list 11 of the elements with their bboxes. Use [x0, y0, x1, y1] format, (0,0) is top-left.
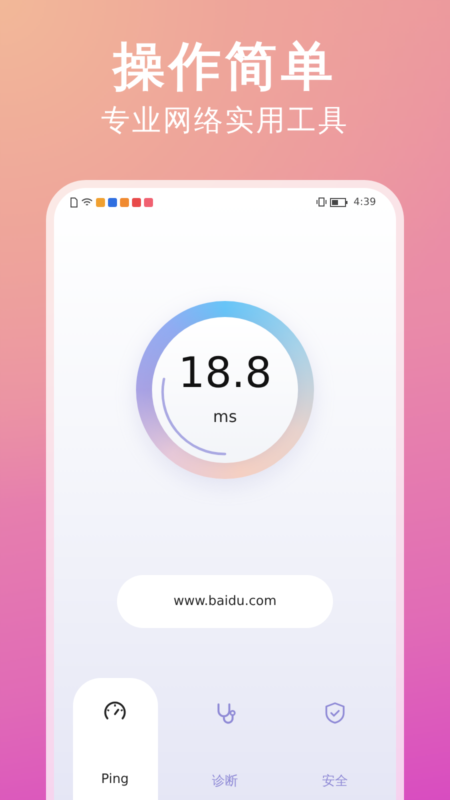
wifi-icon	[81, 197, 93, 207]
subtitle: 专业网络实用工具	[101, 102, 349, 139]
ping-unit: ms	[213, 406, 237, 426]
clock-time: 4:39	[354, 196, 376, 208]
headline: 操作简单	[113, 36, 337, 98]
nav-tab[interactable]: Ping	[72, 678, 158, 800]
host-field[interactable]: www.baidu.com	[117, 575, 333, 628]
battery-icon	[330, 198, 348, 206]
sim-icon	[70, 196, 78, 208]
vibrate-icon	[316, 197, 327, 207]
ping-value: 18.8	[178, 348, 272, 396]
